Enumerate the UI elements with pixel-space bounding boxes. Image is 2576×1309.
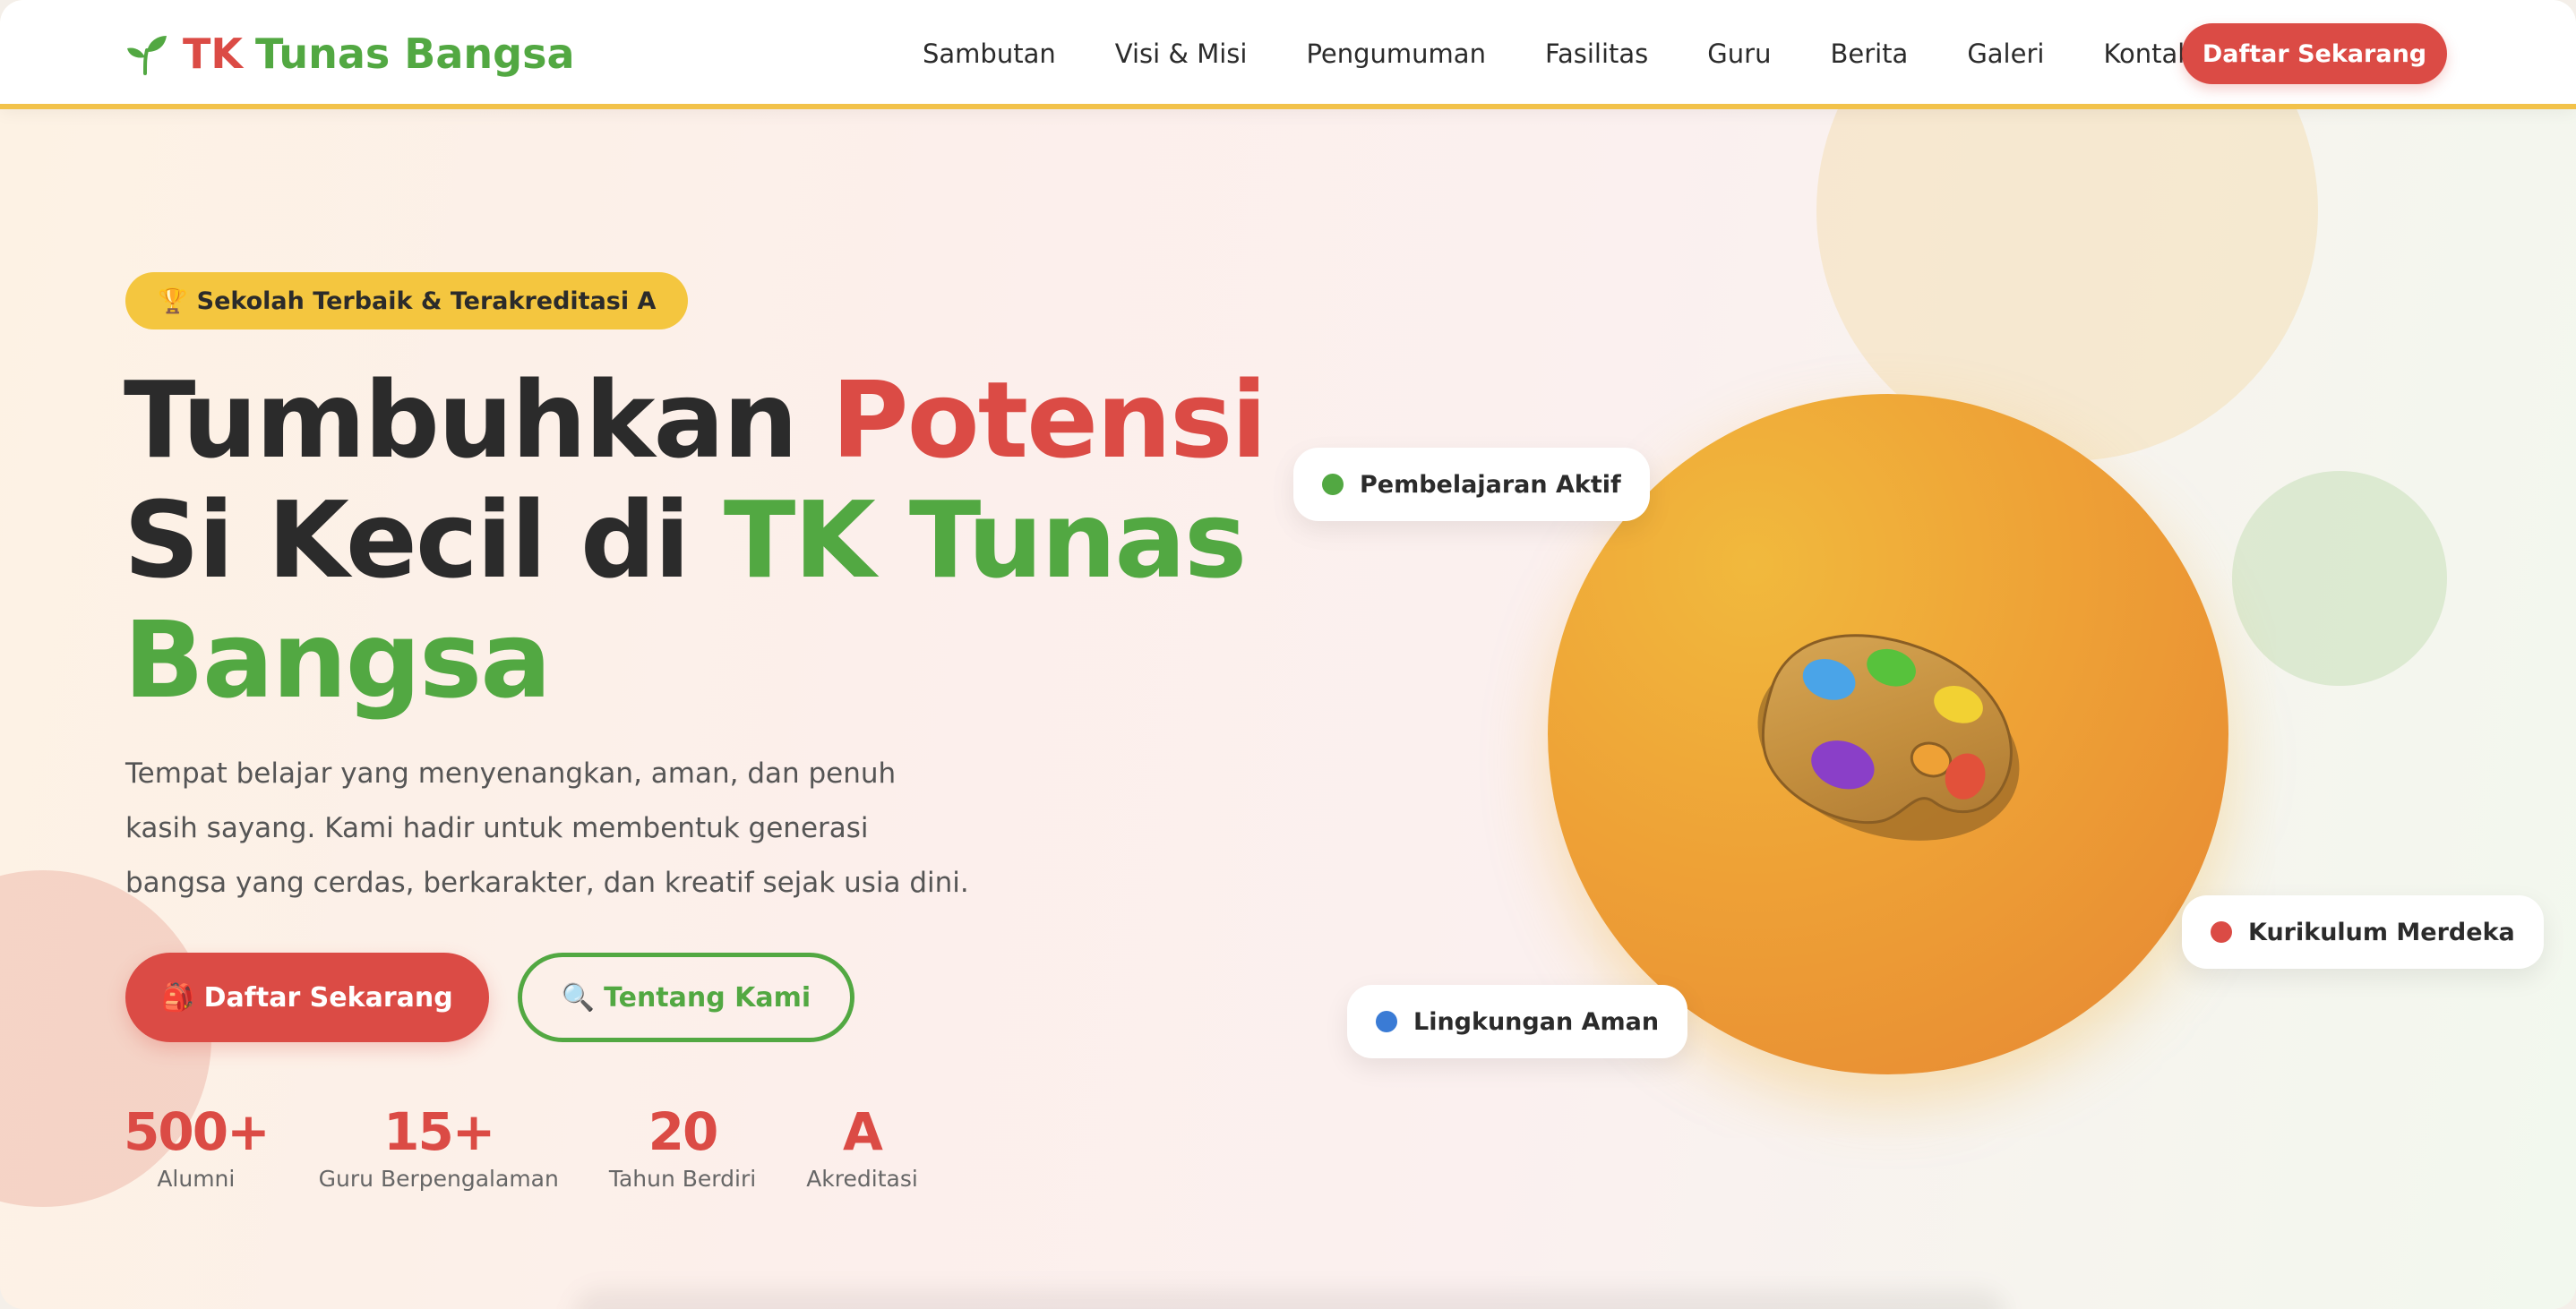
brand-logo[interactable]: TK Tunas Bangsa	[124, 23, 575, 84]
about-button[interactable]: 🔍 Tentang Kami	[518, 953, 854, 1042]
feature-pill-curriculum: Kurikulum Merdeka	[2182, 895, 2544, 969]
stat-label: Guru Berpengalaman	[318, 1166, 559, 1192]
nav-pengumuman[interactable]: Pengumuman	[1276, 38, 1516, 69]
stat-value: A	[843, 1101, 883, 1162]
next-section-shadow	[573, 1289, 2006, 1309]
navbar: TK Tunas Bangsa Sambutan Visi & Misi Pen…	[0, 0, 2576, 109]
pill-label: Pembelajaran Aktif	[1360, 470, 1621, 499]
trophy-icon: 🏆	[158, 287, 188, 315]
stat-value: 15+	[383, 1101, 495, 1162]
status-dot	[1322, 474, 1344, 495]
nav-sambutan[interactable]: Sambutan	[923, 38, 1086, 69]
decor-circle-green	[2232, 471, 2447, 686]
hero-description: Tempat belajar yang menyenangkan, aman, …	[125, 757, 969, 899]
brand-name-tk: TK	[183, 30, 244, 78]
main-nav: Sambutan Visi & Misi Pengumuman Fasilita…	[923, 25, 2222, 82]
nav-guru[interactable]: Guru	[1678, 38, 1800, 69]
nav-galeri[interactable]: Galeri	[1937, 38, 2074, 69]
status-dot	[2211, 921, 2232, 943]
paint-palette-icon	[1757, 634, 2020, 841]
title-part: Si Kecil di	[124, 478, 724, 602]
stat-accreditation: A Akreditasi	[806, 1103, 918, 1202]
brand-name-main: Tunas Bangsa	[255, 30, 575, 78]
nav-berita[interactable]: Berita	[1800, 38, 1937, 69]
register-button-label: Daftar Sekarang	[203, 981, 453, 1014]
stat-value: 500+	[124, 1101, 270, 1162]
badge-text: Sekolah Terbaik & Terakreditasi A	[196, 287, 657, 315]
hero-title: Tumbuhkan Potensi Si Kecil di TK Tunas B…	[124, 360, 1324, 720]
stats-row: 500+ Alumni 15+ Guru Berpengalaman 20 Ta…	[124, 1103, 918, 1202]
accreditation-badge: 🏆 Sekolah Terbaik & Terakreditasi A	[125, 272, 689, 329]
about-button-label: Tentang Kami	[604, 981, 811, 1014]
nav-register-button[interactable]: Daftar Sekarang	[2182, 23, 2447, 84]
stat-alumni: 500+ Alumni	[124, 1101, 270, 1202]
stat-years: 20 Tahun Berdiri	[609, 1103, 756, 1202]
stat-teachers: 15+ Guru Berpengalaman	[319, 1103, 559, 1202]
nav-visi-misi[interactable]: Visi & Misi	[1086, 38, 1277, 69]
status-dot	[1376, 1011, 1397, 1032]
title-highlight-red: Potensi	[831, 358, 1267, 482]
backpack-icon: 🎒	[161, 981, 195, 1014]
feature-pill-safe-environment: Lingkungan Aman	[1347, 985, 1688, 1058]
magnifier-icon: 🔍	[561, 981, 596, 1014]
sprout-icon	[127, 36, 167, 75]
pill-label: Kurikulum Merdeka	[2248, 918, 2515, 946]
pill-label: Lingkungan Aman	[1413, 1007, 1660, 1036]
feature-pill-active-learning: Pembelajaran Aktif	[1293, 448, 1650, 521]
title-part: Tumbuhkan	[124, 358, 832, 482]
stat-value: 20	[648, 1101, 719, 1162]
stat-label: Akreditasi	[806, 1166, 918, 1192]
stat-label: Alumni	[157, 1166, 236, 1192]
stat-label: Tahun Berdiri	[608, 1166, 757, 1192]
nav-fasilitas[interactable]: Fasilitas	[1516, 38, 1678, 69]
page: TK Tunas Bangsa Sambutan Visi & Misi Pen…	[0, 0, 2576, 1309]
register-button[interactable]: 🎒 Daftar Sekarang	[125, 953, 489, 1042]
